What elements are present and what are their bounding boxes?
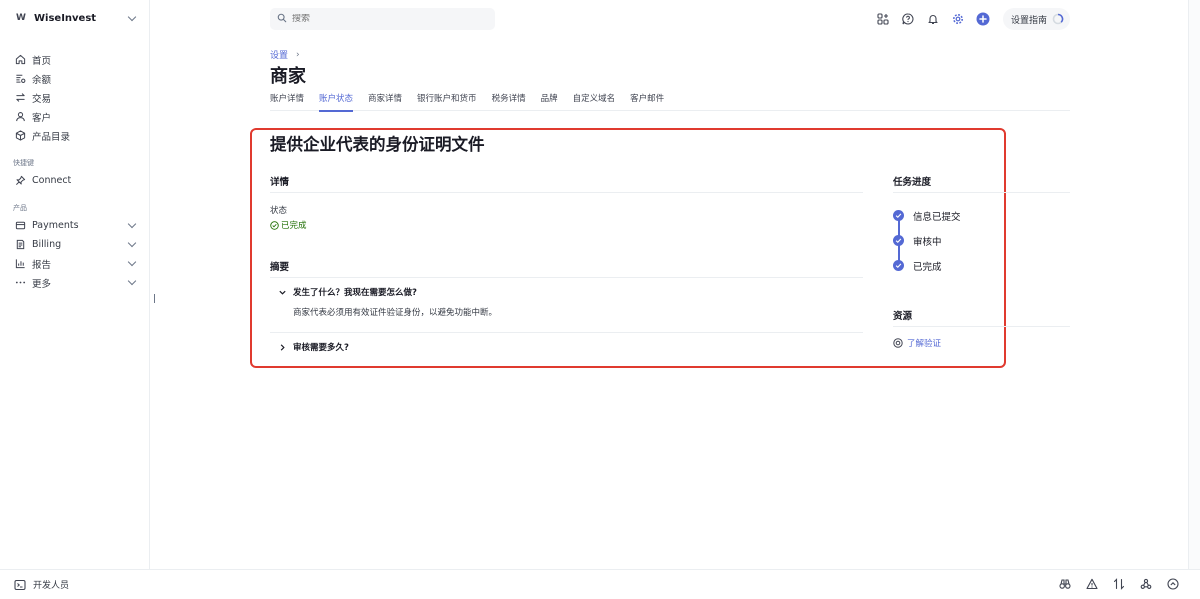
- home-icon: [14, 54, 26, 66]
- document-title: 提供企业代表的身份证明文件: [270, 135, 485, 154]
- step-completed: 已完成: [893, 253, 1070, 278]
- summary-heading: 摘要: [270, 259, 863, 278]
- tab-tax-details[interactable]: 税务详情: [492, 92, 526, 111]
- tab-bank-accounts-currencies[interactable]: 银行账户和货币: [417, 92, 477, 111]
- terminal-icon: [14, 579, 26, 591]
- progress-steps: 信息已提交 审核中 已完成: [893, 203, 1070, 278]
- sidebar-item-payments[interactable]: Payments: [0, 216, 149, 235]
- search-box[interactable]: [270, 8, 495, 30]
- tab-account-details[interactable]: 账户详情: [270, 92, 304, 111]
- check-icon: [893, 210, 904, 221]
- sidebar-item-billing[interactable]: Billing: [0, 235, 149, 254]
- chevron-right-icon: [277, 342, 287, 352]
- chevron-down-icon: [277, 287, 287, 297]
- settings-tabs: 账户详情 账户状态 商家详情 银行账户和货币 税务详情 品牌 自定义域名 客户邮…: [270, 92, 1070, 112]
- gear-icon[interactable]: [950, 11, 966, 27]
- product-catalog-icon: [14, 130, 26, 142]
- chevron-down-icon: [127, 219, 137, 229]
- faq-answer-1: 商家代表必须用有效证件验证身份，以避免功能中断。: [270, 306, 863, 333]
- plus-icon[interactable]: [975, 11, 991, 27]
- account-switcher[interactable]: W WiseInvest: [0, 0, 149, 36]
- sort-arrows-icon[interactable]: [1112, 577, 1126, 591]
- progress-ring-icon: [1052, 13, 1064, 25]
- tab-account-status[interactable]: 账户状态: [319, 92, 354, 112]
- tab-customer-emails[interactable]: 客户邮件: [630, 92, 664, 111]
- chevron-down-icon: [127, 276, 137, 286]
- top-actions: 设置指南: [866, 8, 1070, 30]
- lifebuoy-icon: [893, 338, 903, 348]
- search-icon: [277, 12, 287, 26]
- shortcuts-section-label: 快捷键: [13, 159, 34, 167]
- chevron-down-icon: [127, 257, 137, 267]
- tab-business-details[interactable]: 商家详情: [368, 92, 402, 111]
- main-nav: 首页 余额 交易 客户 产品目录: [0, 50, 149, 145]
- check-icon: [893, 235, 904, 246]
- details-heading: 详情: [270, 174, 863, 193]
- sidebar-item-customers[interactable]: 客户: [0, 107, 149, 126]
- tab-custom-domain[interactable]: 自定义域名: [573, 92, 616, 111]
- customer-icon: [14, 111, 26, 123]
- warning-icon[interactable]: [1085, 577, 1099, 591]
- reports-icon: [14, 258, 26, 270]
- sidebar-item-balance[interactable]: 余额: [0, 69, 149, 88]
- products-section-label: 产品: [13, 204, 27, 212]
- breadcrumb-settings-link[interactable]: 设置: [270, 48, 288, 61]
- step-reviewing: 审核中: [893, 228, 1070, 253]
- sidebar-item-home[interactable]: 首页: [0, 50, 149, 69]
- binoculars-icon[interactable]: [1058, 577, 1072, 591]
- top-bar: 设置指南: [270, 8, 1070, 30]
- status-label: 状态: [270, 206, 288, 216]
- sidebar-item-transactions[interactable]: 交易: [0, 88, 149, 107]
- sidebar-item-reports[interactable]: 报告: [0, 254, 149, 273]
- search-input[interactable]: [292, 14, 482, 24]
- chevron-down-icon: [127, 238, 137, 248]
- task-progress-heading: 任务进度: [893, 174, 1070, 193]
- summary-section: 摘要 发生了什么？我现在需要怎么做? 商家代表必须用有效证件验证身份，以避免功能…: [270, 259, 863, 361]
- sidebar-resize-handle[interactable]: [154, 294, 155, 303]
- resources-heading: 资源: [893, 308, 1070, 327]
- check-circle-icon: [270, 220, 279, 230]
- status-badge: 已完成: [270, 219, 863, 231]
- balance-icon: [14, 73, 26, 85]
- billing-icon: [14, 239, 26, 251]
- bottom-bar: 开发人员: [0, 569, 1200, 599]
- faq-question-2[interactable]: 审核需要多久?: [270, 333, 863, 361]
- sidebar-item-product-catalog[interactable]: 产品目录: [0, 126, 149, 145]
- page-title: 商家: [270, 66, 306, 87]
- transactions-icon: [14, 92, 26, 104]
- sidebar: W WiseInvest 首页 余额 交易 客户 产品目录 快捷键 Connec…: [0, 0, 150, 569]
- breadcrumb: 设置 ›: [270, 48, 300, 62]
- more-icon: [14, 277, 26, 289]
- tab-branding[interactable]: 品牌: [541, 92, 558, 111]
- faq-question-1[interactable]: 发生了什么？我现在需要怎么做?: [270, 278, 863, 306]
- brand-name: WiseInvest: [34, 12, 97, 24]
- progress-column: 任务进度 信息已提交 审核中 已完成 资源 了解验证: [893, 174, 1070, 349]
- sidebar-item-more[interactable]: 更多: [0, 273, 149, 292]
- page-scrollbar[interactable]: [1188, 0, 1200, 569]
- setup-guide-button[interactable]: 设置指南: [1002, 8, 1070, 30]
- bell-icon[interactable]: [925, 11, 941, 27]
- details-column: 详情 状态 已完成 摘要 发生了什么？我现在需要怎么做? 商家代表必须用有效证件…: [270, 174, 863, 361]
- check-icon: [893, 260, 904, 271]
- webhooks-icon[interactable]: [1139, 577, 1153, 591]
- payments-icon: [14, 220, 26, 232]
- brand-logo: W: [16, 13, 26, 23]
- chevron-right-icon: ›: [296, 49, 300, 60]
- pin-icon: [14, 175, 26, 187]
- help-icon[interactable]: [900, 11, 916, 27]
- bottom-actions: [1045, 577, 1180, 591]
- apps-icon[interactable]: [875, 11, 891, 27]
- developers-button[interactable]: 开发人员: [0, 578, 69, 591]
- chevron-down-icon: [127, 12, 137, 21]
- step-submitted: 信息已提交: [893, 203, 1070, 228]
- chevron-up-circle-icon[interactable]: [1166, 577, 1180, 591]
- learn-verification-link[interactable]: 了解验证: [893, 337, 1070, 349]
- sidebar-item-connect[interactable]: Connect: [0, 171, 149, 190]
